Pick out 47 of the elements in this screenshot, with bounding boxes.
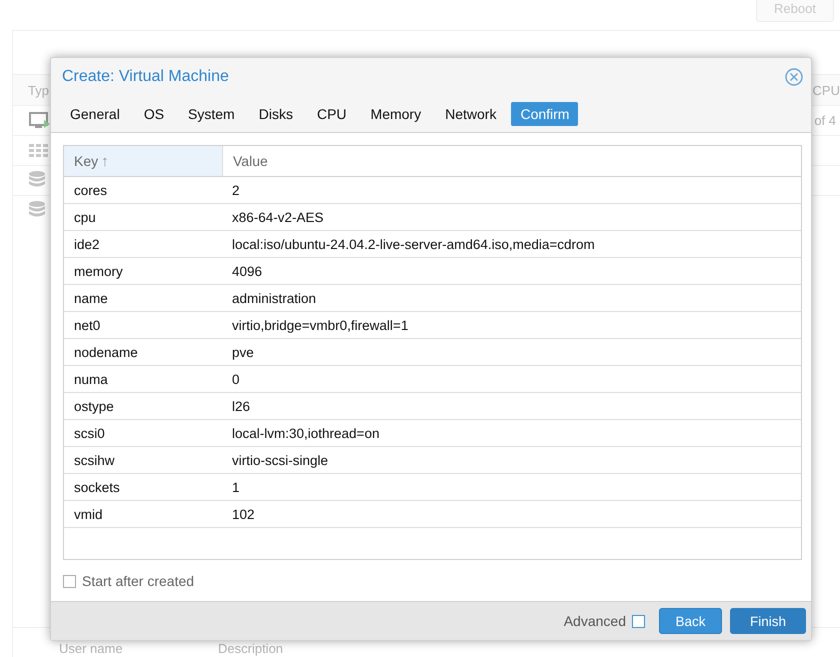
checkbox-label[interactable]: Advanced — [564, 613, 626, 629]
tab[interactable]: CPU — [308, 102, 356, 126]
column-header[interactable]: Value — [223, 146, 801, 176]
table-cell-text: 2 — [231, 182, 241, 200]
table-cell-text: vmid — [73, 506, 104, 524]
table-cell-text: sockets — [73, 478, 121, 496]
table-cell-text: scsi0 — [73, 424, 106, 442]
grid-icon — [29, 144, 49, 158]
tab[interactable]: System — [179, 102, 244, 126]
table-cell-text: numa — [73, 370, 109, 388]
tab[interactable]: Network — [436, 102, 506, 126]
table-cell-text: administration — [231, 290, 318, 308]
close-icon[interactable] — [785, 68, 803, 86]
table-cell-text: 4096 — [231, 262, 264, 280]
table-cell-text: cpu — [73, 208, 97, 227]
tab[interactable]: OS — [134, 102, 174, 126]
table-cell-text: x86-64-v2-AES — [231, 208, 325, 226]
table-cell-text: ostype — [73, 398, 115, 416]
monitor-icon — [29, 112, 51, 130]
table-cell-text: local-lvm:30,iothread=on — [231, 424, 380, 442]
table-cell-text: local:iso/ubuntu-24.04.2-live-server-amd64.iso,media=cdrom — [231, 236, 596, 254]
checkbox[interactable] — [63, 574, 76, 588]
table-cell-text: 102 — [231, 506, 256, 524]
checkbox[interactable] — [632, 614, 645, 628]
table-cell-text: scsihw — [73, 452, 116, 470]
table-cell-text: nodename — [73, 344, 139, 362]
pager-text: of 4 — [814, 113, 836, 128]
tab[interactable]: Disks — [250, 102, 302, 126]
table-cell-text: virtio,bridge=vmbr0,firewall=1 — [231, 316, 410, 335]
table-cell-text: virtio-scsi-single — [231, 452, 330, 470]
table-cell-text: net0 — [73, 316, 102, 334]
column-header[interactable]: Key ↑ — [64, 146, 223, 176]
tab[interactable]: General — [61, 102, 129, 126]
table-cell-text: 1 — [231, 478, 241, 496]
table-cell-text: pve — [231, 344, 255, 362]
table-cell-text: l26 — [231, 398, 252, 416]
tab[interactable]: Memory — [362, 102, 430, 126]
table-cell-text: 0 — [231, 370, 241, 388]
table-cell-text: ide2 — [73, 236, 101, 254]
checkbox-label[interactable]: Start after created — [82, 573, 194, 589]
table-cell-text: name — [73, 290, 109, 308]
table-cell-text: cores — [73, 182, 108, 200]
table-cell-text: memory — [73, 262, 124, 281]
tab[interactable]: Confirm — [511, 102, 578, 126]
finish-button[interactable]: Finish — [730, 608, 806, 634]
back-button[interactable]: Back — [659, 608, 722, 634]
dialog-title: Create: Virtual Machine — [62, 68, 229, 86]
